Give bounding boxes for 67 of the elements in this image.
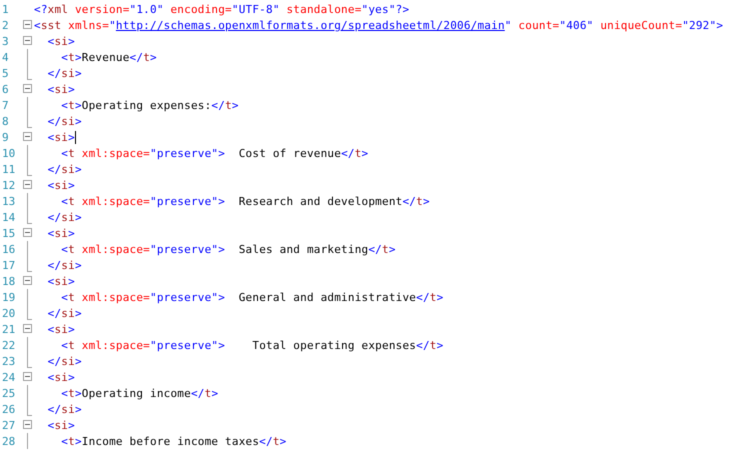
collapse-toggle[interactable]: [23, 180, 32, 189]
code-line: <t xml:space="preserve"> Research and development</t>: [60, 194, 430, 208]
line-number: 16: [1, 242, 16, 256]
line-number: 20: [1, 306, 16, 320]
code-line: <si>: [46, 322, 75, 336]
line-number: 26: [1, 402, 16, 416]
line-number: 19: [1, 290, 16, 304]
line-number: 22: [1, 338, 16, 352]
code-line: </si>: [46, 306, 82, 320]
code-line: <t>Operating income</t>: [60, 386, 218, 400]
code-line: <t xml:space="preserve"> Cost of revenue</t>: [60, 146, 368, 160]
line-number: 4: [1, 50, 10, 64]
code-line: <si>: [46, 178, 75, 192]
line-number: 2: [1, 18, 10, 32]
code-line: <si>: [46, 34, 75, 48]
line-number: 3: [1, 34, 10, 48]
collapse-toggle[interactable]: [23, 372, 32, 381]
line-number: 15: [1, 226, 16, 240]
code-line: <t>Revenue</t>: [60, 50, 157, 64]
line-number: 23: [1, 354, 16, 368]
line-number: 1: [1, 2, 10, 16]
code-line: </si>: [46, 162, 82, 176]
code-line: </si>: [46, 402, 82, 416]
code-line: <t>Operating expenses:</t>: [60, 98, 239, 112]
line-number: 14: [1, 210, 16, 224]
code-line: <t xml:space="preserve"> Total operating expenses</t>: [60, 338, 444, 352]
code-line: <?xml version="1.0" encoding="UTF-8" standalone="yes"?>: [34, 2, 410, 16]
line-number: 9: [1, 130, 10, 144]
line-number: 5: [1, 66, 10, 80]
collapse-toggle[interactable]: [23, 84, 32, 93]
line-number: 17: [1, 258, 16, 272]
code-line: </si>: [46, 258, 82, 272]
line-number: 10: [1, 146, 16, 160]
collapse-toggle[interactable]: [23, 132, 32, 141]
collapse-toggle[interactable]: [23, 20, 32, 29]
code-line: </si>: [46, 114, 82, 128]
code-line: <t>Income before income taxes</t>: [60, 434, 286, 448]
line-number: 12: [1, 178, 16, 192]
code-line: <si>: [46, 82, 75, 96]
code-line: <si>: [46, 130, 75, 144]
code-line: <si>: [46, 226, 75, 240]
collapse-toggle[interactable]: [23, 228, 32, 237]
collapse-toggle[interactable]: [23, 420, 32, 429]
code-line: </si>: [46, 66, 82, 80]
code-line: <si>: [46, 274, 75, 288]
code-line: <t xml:space="preserve"> Sales and marketing</t>: [60, 242, 396, 256]
line-number: 24: [1, 370, 16, 384]
line-number: 13: [1, 194, 16, 208]
line-number: 8: [1, 114, 10, 128]
collapse-toggle[interactable]: [23, 36, 32, 45]
line-number: 25: [1, 386, 16, 400]
line-number: 18: [1, 274, 16, 288]
line-number: 7: [1, 98, 10, 112]
link[interactable]: http://schemas.openxmlformats.org/spreadsheetml/2006/main: [116, 18, 505, 32]
code-line: <t xml:space="preserve"> General and administrative</t>: [60, 290, 444, 304]
line-number: 11: [1, 162, 16, 176]
collapse-toggle[interactable]: [23, 324, 32, 333]
code-line: </si>: [46, 354, 82, 368]
code-line: <si>: [46, 418, 75, 432]
code-line: <si>: [46, 370, 75, 384]
code-line: </si>: [46, 210, 82, 224]
line-number: 28: [1, 434, 16, 448]
code-line: <sst xmlns="http://schemas.openxmlformats.org/spreadsheetml/2006/main" count="406" uniqueCount="292">: [34, 18, 724, 32]
line-number: 21: [1, 322, 16, 336]
line-number: 27: [1, 418, 16, 432]
line-number: 6: [1, 82, 10, 96]
collapse-toggle[interactable]: [23, 276, 32, 285]
